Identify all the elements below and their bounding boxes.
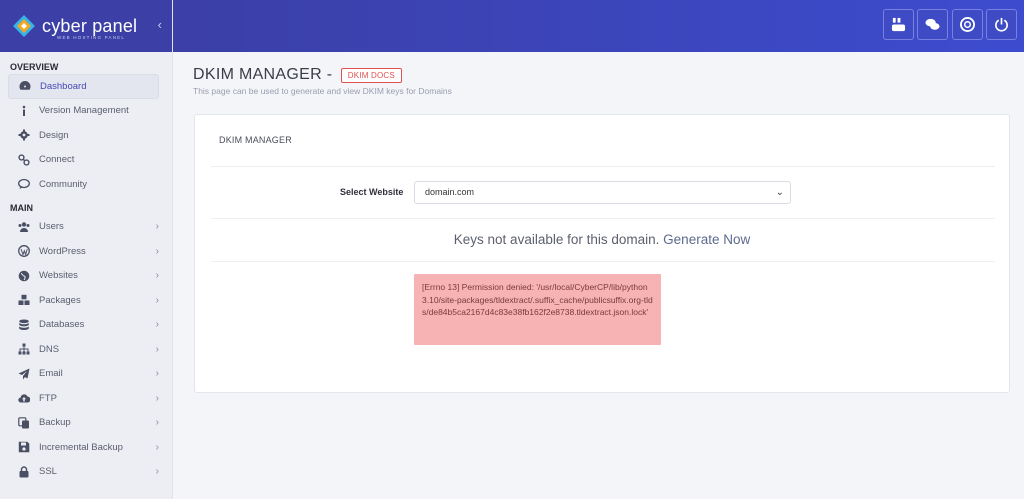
website-select-value: domain.com — [425, 187, 475, 197]
divider — [211, 261, 995, 262]
page-subtitle: This page can be used to generate and vi… — [193, 86, 452, 97]
sidebar-item-community[interactable]: Community — [8, 172, 159, 197]
sidebar: cyber panel WEB HOSTING PANEL ‹ OVERVIEW… — [0, 0, 173, 499]
chevron-right-icon: › — [155, 270, 159, 282]
website-select[interactable]: domain.com ⌄ — [414, 181, 791, 204]
sidebar-item-users[interactable]: Users › — [8, 215, 159, 240]
sidebar-item-websites[interactable]: Websites › — [8, 264, 159, 289]
overview-section-title: OVERVIEW — [10, 62, 59, 72]
sidebar-item-label: Users — [39, 221, 64, 233]
generate-now-link[interactable]: Generate Now — [663, 232, 750, 247]
cog-icon — [18, 129, 30, 141]
keys-not-available-text: Keys not available for this domain. — [453, 232, 660, 247]
chevron-right-icon: › — [155, 319, 159, 331]
sitemap-icon — [18, 343, 30, 355]
paper-plane-icon — [18, 368, 30, 380]
chat-icon[interactable] — [917, 9, 948, 40]
chevron-down-icon: ⌄ — [775, 187, 784, 198]
lock-icon — [18, 466, 30, 478]
divider — [211, 166, 995, 167]
page-header: DKIM MANAGER - DKIM DOCS This page can b… — [193, 66, 452, 96]
sidebar-item-label: Databases — [39, 319, 85, 331]
sidebar-item-label: FTP — [39, 392, 57, 404]
brand-tagline: WEB HOSTING PANEL — [57, 35, 126, 40]
divider — [211, 218, 995, 219]
sidebar-item-label: Incremental Backup — [39, 441, 123, 453]
chevron-right-icon: › — [155, 368, 159, 380]
panel-title: DKIM MANAGER — [219, 135, 292, 145]
top-bar — [173, 0, 1024, 52]
cloud-upload-icon — [18, 392, 30, 404]
copy-icon — [18, 416, 30, 429]
youtube-icon[interactable] — [883, 9, 914, 40]
sidebar-item-label: Community — [39, 178, 88, 190]
power-icon[interactable] — [986, 9, 1017, 40]
sidebar-item-label: Version Management — [39, 105, 129, 117]
users-icon — [18, 221, 30, 233]
main-menu: Users › WordPress › Websites › Packages › Databa… — [0, 215, 172, 485]
dkim-panel: DKIM MANAGER Select Website domain.com ⌄… — [194, 114, 1010, 393]
sidebar-item-label: Websites — [39, 270, 78, 282]
chevron-right-icon: › — [155, 441, 159, 453]
sidebar-item-version-management[interactable]: Version Management — [8, 99, 159, 124]
sidebar-item-ssl[interactable]: SSL › — [8, 460, 159, 485]
cyberpanel-logo-icon — [12, 14, 36, 38]
chevron-right-icon: › — [155, 294, 159, 306]
page-title: DKIM MANAGER - — [193, 66, 333, 83]
sidebar-item-incremental-backup[interactable]: Incremental Backup › — [8, 435, 159, 460]
chevron-right-icon: › — [155, 392, 159, 404]
sidebar-item-label: Backup — [39, 417, 71, 429]
sidebar-item-email[interactable]: Email › — [8, 362, 159, 387]
sidebar-item-label: Dashboard — [40, 80, 87, 92]
sidebar-item-ftp[interactable]: FTP › — [8, 386, 159, 411]
brand-header: cyber panel WEB HOSTING PANEL ‹ — [0, 0, 172, 52]
chevron-right-icon: › — [155, 245, 159, 257]
sidebar-item-design[interactable]: Design — [8, 123, 159, 148]
sidebar-item-label: SSL — [39, 466, 57, 478]
sidebar-item-label: WordPress — [39, 245, 86, 257]
chevron-right-icon: › — [155, 343, 159, 355]
cubes-icon — [18, 294, 30, 306]
comments-icon — [18, 178, 30, 190]
sidebar-item-backup[interactable]: Backup › — [8, 411, 159, 436]
overview-menu: Dashboard Version Management Design Connect… — [0, 74, 172, 197]
keys-status-message: Keys not available for this domain. Gene… — [195, 232, 1009, 247]
main-content: DKIM MANAGER - DKIM DOCS This page can b… — [173, 52, 1024, 499]
error-alert: [Errno 13] Permission denied: '/usr/loca… — [414, 274, 661, 345]
wordpress-icon — [18, 245, 30, 258]
main-section-title: MAIN — [10, 202, 33, 213]
info-icon — [18, 105, 30, 117]
support-icon[interactable] — [952, 9, 983, 40]
save-icon — [18, 441, 30, 453]
sidebar-item-packages[interactable]: Packages › — [8, 288, 159, 313]
chevron-left-icon[interactable]: ‹ — [158, 17, 162, 32]
dashboard-icon — [19, 80, 31, 92]
select-website-label: Select Website — [340, 187, 404, 197]
dkim-docs-button[interactable]: DKIM DOCS — [340, 67, 402, 83]
sidebar-item-connect[interactable]: Connect — [8, 148, 159, 173]
sidebar-item-databases[interactable]: Databases › — [8, 313, 159, 338]
sidebar-item-dashboard[interactable]: Dashboard — [8, 74, 159, 99]
sidebar-item-dns[interactable]: DNS › — [8, 337, 159, 362]
sidebar-item-label: Email — [39, 368, 63, 380]
sidebar-item-wordpress[interactable]: WordPress › — [8, 239, 159, 264]
chevron-right-icon: › — [155, 221, 159, 233]
sidebar-item-label: Design — [39, 129, 69, 141]
sidebar-item-label: Packages — [39, 294, 81, 306]
sidebar-item-label: Connect — [39, 154, 75, 166]
globe-icon — [18, 270, 30, 282]
chevron-right-icon: › — [155, 417, 159, 429]
sidebar-item-label: DNS — [39, 343, 60, 355]
link-icon — [18, 154, 30, 166]
chevron-right-icon: › — [155, 466, 159, 478]
database-icon — [18, 319, 30, 331]
brand-name[interactable]: cyber panel — [42, 17, 137, 35]
